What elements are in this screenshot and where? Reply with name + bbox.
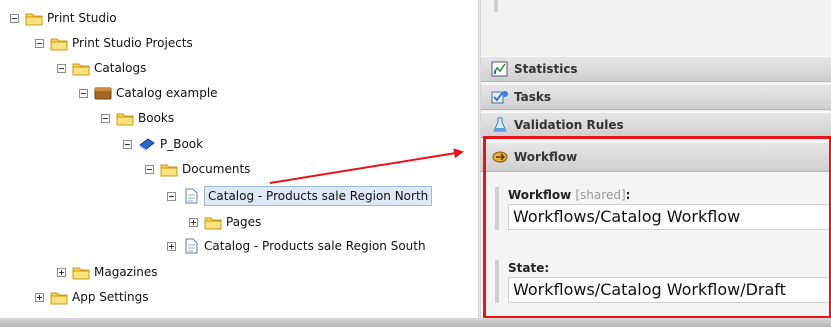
statistics-icon <box>491 61 508 77</box>
workflow-field: Workflow [shared]: Workflows/Catalog Wor… <box>495 187 831 230</box>
tree-node-label: App Settings <box>72 290 149 304</box>
collapse-toggle[interactable] <box>145 164 154 174</box>
tree-node-p-book[interactable]: P_Book <box>123 134 203 154</box>
tree-node-label: Documents <box>182 162 251 176</box>
section-workflow[interactable]: Workflow <box>481 142 831 172</box>
expand-toggle[interactable] <box>167 241 176 251</box>
collapse-toggle[interactable] <box>10 13 19 23</box>
tree-node-label: P_Book <box>160 137 204 151</box>
section-tasks[interactable]: Tasks <box>481 84 831 110</box>
bottom-edge <box>0 318 831 327</box>
collapse-toggle[interactable] <box>79 88 88 98</box>
validation-rules-icon <box>493 117 507 132</box>
properties-panel: Statistics Tasks Validation Rules Workfl… <box>481 0 831 327</box>
workflow-field-label: Workflow [shared]: <box>508 188 631 202</box>
folder-icon <box>50 292 68 305</box>
section-label: Tasks <box>514 90 552 104</box>
section-label: Validation Rules <box>514 118 624 132</box>
folder-icon <box>25 13 43 26</box>
tree-node-app-settings[interactable]: App Settings <box>35 287 148 307</box>
collapse-toggle[interactable] <box>57 63 66 73</box>
tree-node-label: Catalog example <box>116 86 218 100</box>
document-icon <box>185 188 198 204</box>
tasks-icon <box>491 91 508 104</box>
workflow-section-body: Workflow [shared]: Workflows/Catalog Wor… <box>481 172 831 327</box>
tree-node-catalog-region-north[interactable]: Catalog - Products sale Region North <box>167 186 433 206</box>
tree-node-print-studio[interactable]: Print Studio <box>10 8 117 28</box>
tree-node-documents[interactable]: Documents <box>145 159 250 179</box>
tree-node-label: Magazines <box>94 265 158 279</box>
workflow-icon <box>492 151 508 163</box>
state-field-label: State: <box>508 261 550 275</box>
state-value[interactable]: Workflows/Catalog Workflow/Draft <box>508 277 831 303</box>
shared-indicator: [shared] <box>575 188 626 202</box>
tree-node-label: Catalog - Products sale Region North <box>204 186 433 206</box>
expand-toggle[interactable] <box>57 267 66 277</box>
book-icon <box>139 138 155 151</box>
tree-node-label: Pages <box>226 215 262 229</box>
folder-icon <box>204 217 222 230</box>
project-tree: Print Studio Print Studio Projects Catal… <box>0 0 478 327</box>
tree-node-print-studio-projects[interactable]: Print Studio Projects <box>35 33 193 53</box>
panel-top-area <box>481 0 831 56</box>
tree-node-books[interactable]: Books <box>101 108 174 128</box>
document-icon <box>185 238 198 254</box>
tree-node-label: Print Studio <box>47 11 117 25</box>
expand-toggle[interactable] <box>189 217 198 227</box>
tree-node-catalogs[interactable]: Catalogs <box>57 58 146 78</box>
section-label: Statistics <box>514 62 578 76</box>
folder-icon <box>72 267 90 280</box>
section-label: Workflow <box>514 150 578 164</box>
collapse-toggle[interactable] <box>101 113 110 123</box>
tree-node-pages[interactable]: Pages <box>189 212 261 232</box>
folder-icon <box>160 164 178 177</box>
tree-node-catalog-example[interactable]: Catalog example <box>79 83 218 103</box>
state-field: State: Workflows/Catalog Workflow/Draft <box>495 260 831 303</box>
workflow-value[interactable]: Workflows/Catalog Workflow <box>508 204 831 230</box>
collapse-toggle[interactable] <box>123 139 132 149</box>
tree-node-label: Catalog - Products sale Region South <box>204 239 426 253</box>
section-validation-rules[interactable]: Validation Rules <box>481 112 831 138</box>
tree-node-label: Print Studio Projects <box>72 36 193 50</box>
tree-node-label: Catalogs <box>94 61 147 75</box>
collapse-toggle[interactable] <box>35 38 44 48</box>
collapse-toggle[interactable] <box>167 191 176 201</box>
tree-node-magazines[interactable]: Magazines <box>57 262 158 282</box>
tree-node-catalog-region-south[interactable]: Catalog - Products sale Region South <box>167 236 426 256</box>
expand-toggle[interactable] <box>35 292 44 302</box>
section-statistics[interactable]: Statistics <box>481 56 831 82</box>
folder-icon <box>116 113 134 126</box>
folder-icon <box>72 63 90 76</box>
tree-node-label: Books <box>138 111 175 125</box>
scroll-grip[interactable] <box>494 0 498 12</box>
folder-icon <box>50 38 68 51</box>
catalog-icon <box>94 87 112 100</box>
